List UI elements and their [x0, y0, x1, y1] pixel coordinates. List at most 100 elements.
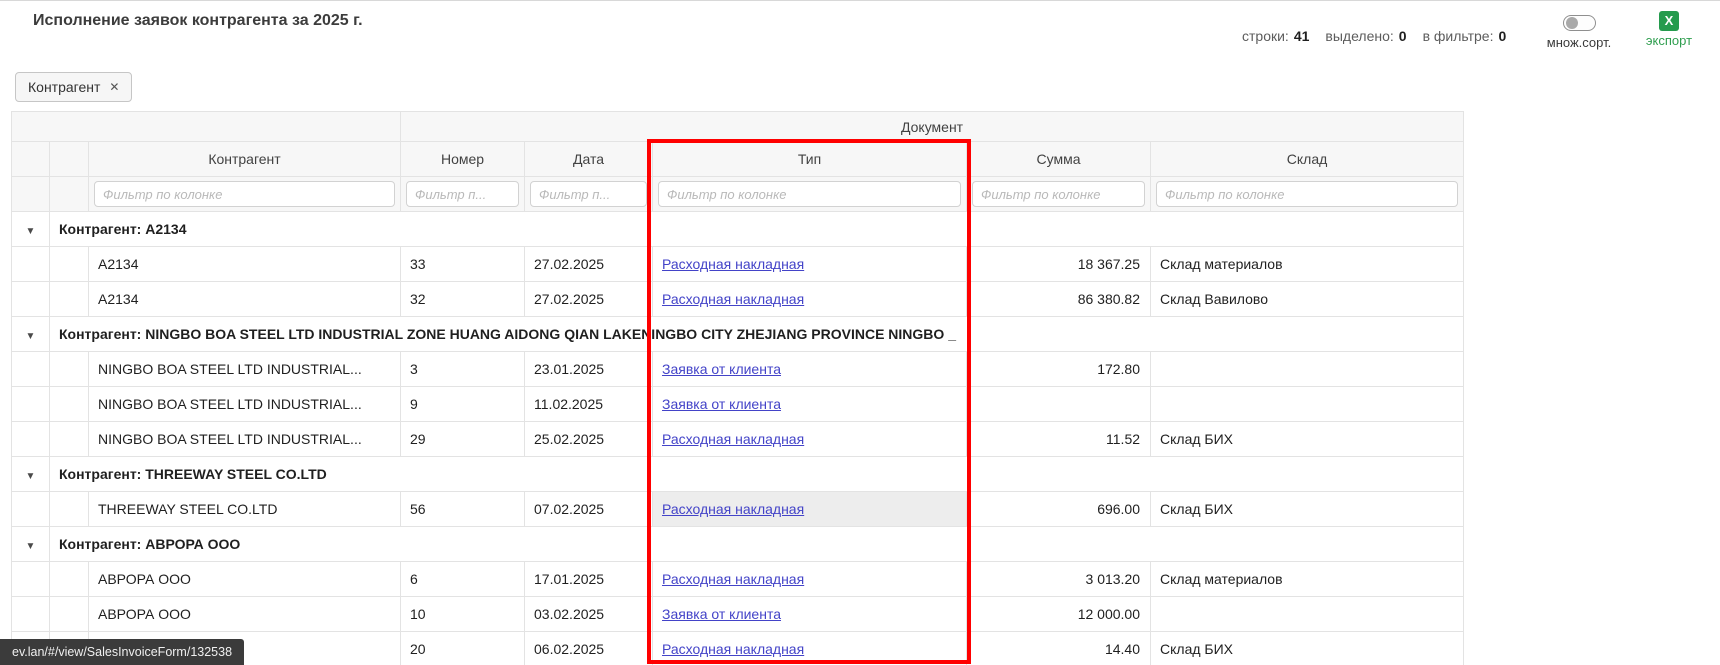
cell-number[interactable]: 33	[401, 247, 525, 282]
row-expander-cell[interactable]	[12, 352, 50, 387]
document-link[interactable]: Расходная накладная	[662, 641, 804, 657]
column-header-contragent[interactable]: Контрагент	[89, 142, 401, 177]
cell-type[interactable]: Расходная накладная	[653, 562, 967, 597]
row-expander-cell[interactable]	[12, 492, 50, 527]
cell-contragent[interactable]: A2134	[89, 282, 401, 317]
multisort-toggle[interactable]	[1563, 15, 1596, 31]
group-collapse-toggle[interactable]: ▼	[12, 317, 50, 352]
cell-type[interactable]: Расходная накладная	[653, 632, 967, 665]
cell-sum[interactable]: 18 367.25	[967, 247, 1151, 282]
cell-date[interactable]: 23.01.2025	[525, 352, 653, 387]
cell-type[interactable]: Заявка от клиента	[653, 387, 967, 422]
cell-warehouse[interactable]	[1151, 352, 1464, 387]
filter-input-sum[interactable]	[972, 181, 1145, 207]
cell-date[interactable]: 17.01.2025	[525, 562, 653, 597]
row-selector-cell[interactable]	[50, 562, 89, 597]
column-header-number[interactable]: Номер	[401, 142, 525, 177]
cell-date[interactable]: 06.02.2025	[525, 632, 653, 665]
filter-input-date[interactable]	[530, 181, 647, 207]
row-expander-cell[interactable]	[12, 247, 50, 282]
row-expander-cell[interactable]	[12, 597, 50, 632]
cell-number[interactable]: 32	[401, 282, 525, 317]
cell-warehouse[interactable]: Склад материалов	[1151, 562, 1464, 597]
filter-chip-contragent[interactable]: Контрагент ✕	[15, 72, 132, 102]
row-expander-cell[interactable]	[12, 387, 50, 422]
row-expander-cell[interactable]	[12, 422, 50, 457]
cell-warehouse[interactable]: Склад Вавилово	[1151, 282, 1464, 317]
cell-date[interactable]: 11.02.2025	[525, 387, 653, 422]
document-link[interactable]: Расходная накладная	[662, 431, 804, 447]
cell-date[interactable]: 07.02.2025	[525, 492, 653, 527]
cell-number[interactable]: 29	[401, 422, 525, 457]
cell-sum[interactable]: 11.52	[967, 422, 1151, 457]
column-header-sum[interactable]: Сумма	[967, 142, 1151, 177]
cell-contragent[interactable]: NINGBO BOA STEEL LTD INDUSTRIAL...	[89, 422, 401, 457]
cell-type[interactable]: Расходная накладная	[653, 492, 967, 527]
cell-warehouse[interactable]: Склад БИХ	[1151, 632, 1464, 665]
cell-number[interactable]: 9	[401, 387, 525, 422]
close-icon[interactable]: ✕	[109, 80, 119, 94]
filter-input-contragent[interactable]	[94, 181, 395, 207]
cell-contragent[interactable]: АВРОРА ООО	[89, 597, 401, 632]
cell-sum[interactable]: 12 000.00	[967, 597, 1151, 632]
cell-sum[interactable]: 14.40	[967, 632, 1151, 665]
row-selector-cell[interactable]	[50, 352, 89, 387]
document-link[interactable]: Заявка от клиента	[662, 361, 781, 377]
cell-warehouse[interactable]: Склад БИХ	[1151, 492, 1464, 527]
cell-number[interactable]: 56	[401, 492, 525, 527]
cell-number[interactable]: 3	[401, 352, 525, 387]
cell-number[interactable]: 20	[401, 632, 525, 665]
export-button[interactable]: X экспорт	[1640, 11, 1698, 48]
cell-number[interactable]: 10	[401, 597, 525, 632]
stat-rows: строки:41	[1242, 28, 1309, 44]
cell-type[interactable]: Заявка от клиента	[653, 597, 967, 632]
row-selector-cell[interactable]	[50, 422, 89, 457]
cell-date[interactable]: 27.02.2025	[525, 282, 653, 317]
cell-warehouse[interactable]	[1151, 387, 1464, 422]
filter-input-warehouse[interactable]	[1156, 181, 1458, 207]
cell-type[interactable]: Расходная накладная	[653, 282, 967, 317]
row-selector-cell[interactable]	[50, 387, 89, 422]
document-link[interactable]: Заявка от клиента	[662, 606, 781, 622]
cell-sum[interactable]: 3 013.20	[967, 562, 1151, 597]
cell-sum[interactable]: 696.00	[967, 492, 1151, 527]
document-link[interactable]: Расходная накладная	[662, 571, 804, 587]
cell-contragent[interactable]: A2134	[89, 247, 401, 282]
cell-warehouse[interactable]	[1151, 597, 1464, 632]
row-selector-cell[interactable]	[50, 492, 89, 527]
row-selector-cell[interactable]	[50, 597, 89, 632]
cell-number[interactable]: 6	[401, 562, 525, 597]
row-expander-cell[interactable]	[12, 282, 50, 317]
cell-contragent[interactable]: THREEWAY STEEL CO.LTD	[89, 492, 401, 527]
cell-type[interactable]: Заявка от клиента	[653, 352, 967, 387]
column-header-type[interactable]: Тип	[653, 142, 967, 177]
column-header-date[interactable]: Дата	[525, 142, 653, 177]
filter-input-number[interactable]	[406, 181, 519, 207]
cell-warehouse[interactable]: Склад материалов	[1151, 247, 1464, 282]
cell-contragent[interactable]: NINGBO BOA STEEL LTD INDUSTRIAL...	[89, 352, 401, 387]
cell-contragent[interactable]: NINGBO BOA STEEL LTD INDUSTRIAL...	[89, 387, 401, 422]
document-link[interactable]: Расходная накладная	[662, 501, 804, 517]
group-collapse-toggle[interactable]: ▼	[12, 457, 50, 492]
row-expander-cell[interactable]	[12, 562, 50, 597]
document-link[interactable]: Заявка от клиента	[662, 396, 781, 412]
cell-date[interactable]: 25.02.2025	[525, 422, 653, 457]
stat-filtered-label: в фильтре:	[1423, 28, 1494, 44]
cell-type[interactable]: Расходная накладная	[653, 422, 967, 457]
cell-sum[interactable]	[967, 387, 1151, 422]
cell-warehouse[interactable]: Склад БИХ	[1151, 422, 1464, 457]
group-collapse-toggle[interactable]: ▼	[12, 212, 50, 247]
cell-contragent[interactable]: АВРОРА ООО	[89, 562, 401, 597]
document-link[interactable]: Расходная накладная	[662, 291, 804, 307]
filter-input-type[interactable]	[658, 181, 961, 207]
cell-sum[interactable]: 172.80	[967, 352, 1151, 387]
cell-date[interactable]: 27.02.2025	[525, 247, 653, 282]
column-header-warehouse[interactable]: Склад	[1151, 142, 1464, 177]
row-selector-cell[interactable]	[50, 282, 89, 317]
document-link[interactable]: Расходная накладная	[662, 256, 804, 272]
cell-date[interactable]: 03.02.2025	[525, 597, 653, 632]
cell-type[interactable]: Расходная накладная	[653, 247, 967, 282]
group-collapse-toggle[interactable]: ▼	[12, 527, 50, 562]
cell-sum[interactable]: 86 380.82	[967, 282, 1151, 317]
row-selector-cell[interactable]	[50, 247, 89, 282]
